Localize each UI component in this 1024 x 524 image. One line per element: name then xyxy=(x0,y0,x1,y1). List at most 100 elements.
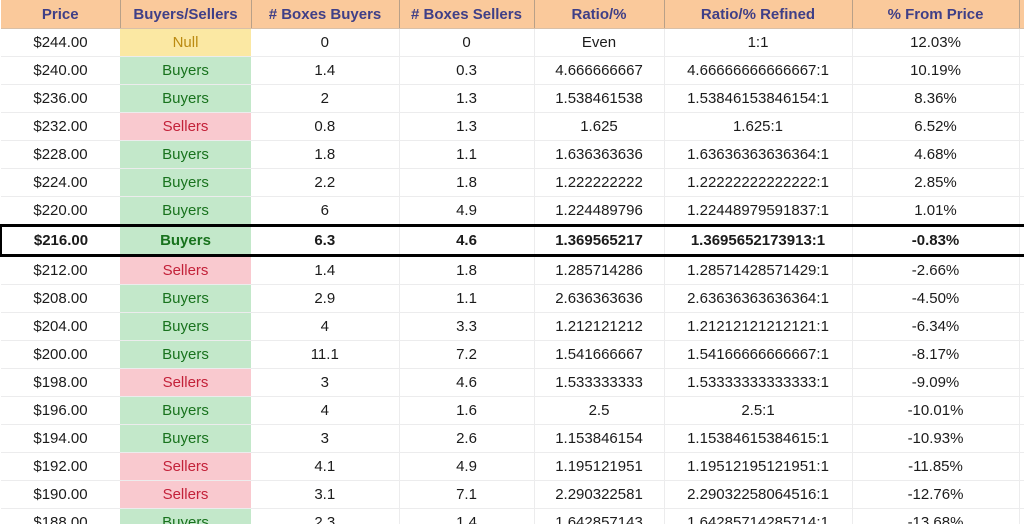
cell-boxs[interactable]: 4.6 xyxy=(399,224,535,257)
cell-overflow[interactable] xyxy=(1019,112,1024,141)
cell-boxs[interactable]: 4.9 xyxy=(399,196,535,226)
cell-buyers-sellers-buyers[interactable]: Buyers xyxy=(120,140,251,169)
cell-overflow[interactable] xyxy=(1019,284,1024,313)
cell-boxb[interactable]: 6.3 xyxy=(251,224,400,257)
cell-overflow[interactable] xyxy=(1019,396,1024,425)
cell-price[interactable]: $244.00 xyxy=(1,28,120,57)
cell-boxb[interactable]: 4 xyxy=(251,312,400,341)
cell-buyers-sellers-buyers[interactable]: Buyers xyxy=(120,56,251,85)
table-row[interactable]: $232.00 Sellers 0.8 1.3 1.625 1.625:1 6.52% xyxy=(1,112,1024,141)
cell-ratioref[interactable]: 1.21212121212121:1 xyxy=(664,312,853,341)
cell-ratioref[interactable]: 1.53846153846154:1 xyxy=(664,84,853,113)
cell-ratio[interactable]: 1.533333333 xyxy=(534,368,665,397)
cell-buyers-sellers-sellers[interactable]: Sellers xyxy=(120,452,251,481)
cell-overflow[interactable] xyxy=(1019,168,1024,197)
cell-overflow[interactable] xyxy=(1019,312,1024,341)
cell-price[interactable]: $232.00 xyxy=(1,112,120,141)
cell-ratio[interactable]: 1.541666667 xyxy=(534,340,665,369)
cell-pct[interactable]: -2.66% xyxy=(852,255,1020,285)
cell-boxb[interactable]: 6 xyxy=(251,196,400,226)
cell-boxb[interactable]: 1.4 xyxy=(251,56,400,85)
cell-price[interactable]: $220.00 xyxy=(1,196,120,226)
cell-ratioref[interactable]: 1.54166666666667:1 xyxy=(664,340,853,369)
cell-boxs[interactable]: 7.2 xyxy=(399,340,535,369)
cell-boxs[interactable]: 1.4 xyxy=(399,508,535,524)
column-header-pct[interactable]: % From Price xyxy=(852,0,1020,29)
cell-boxb[interactable]: 0 xyxy=(251,28,400,57)
cell-overflow[interactable] xyxy=(1019,56,1024,85)
cell-pct[interactable]: -4.50% xyxy=(852,284,1020,313)
cell-pct[interactable]: 6.52% xyxy=(852,112,1020,141)
cell-price[interactable]: $216.00 xyxy=(0,224,120,257)
table-row[interactable]: $198.00 Sellers 3 4.6 1.533333333 1.533333333… xyxy=(1,368,1024,397)
cell-ratioref[interactable]: 1.64285714285714:1 xyxy=(664,508,853,524)
cell-ratioref[interactable]: 2.29032258064516:1 xyxy=(664,480,853,509)
cell-boxb[interactable]: 2.9 xyxy=(251,284,400,313)
cell-buyers-sellers-buyers[interactable]: Buyers xyxy=(120,168,251,197)
cell-ratio[interactable]: 1.222222222 xyxy=(534,168,665,197)
cell-ratio[interactable]: 1.285714286 xyxy=(534,255,665,285)
column-header-price[interactable]: Price xyxy=(1,0,121,29)
cell-overflow[interactable] xyxy=(1019,255,1024,285)
cell-boxs[interactable]: 3.3 xyxy=(399,312,535,341)
cell-buyers-sellers-buyers[interactable]: Buyers xyxy=(120,508,251,524)
cell-ratioref[interactable]: 1.22222222222222:1 xyxy=(664,168,853,197)
cell-pct[interactable]: -0.83% xyxy=(852,224,1020,257)
cell-pct[interactable]: -9.09% xyxy=(852,368,1020,397)
cell-boxb[interactable]: 3 xyxy=(251,368,400,397)
cell-price[interactable]: $228.00 xyxy=(1,140,120,169)
cell-price[interactable]: $204.00 xyxy=(1,312,120,341)
cell-buyers-sellers-buyers[interactable]: Buyers xyxy=(120,312,251,341)
cell-overflow[interactable] xyxy=(1019,340,1024,369)
cell-ratioref[interactable]: 1.22448979591837:1 xyxy=(664,196,853,226)
cell-buyers-sellers-sellers[interactable]: Sellers xyxy=(120,255,251,285)
cell-boxb[interactable]: 1.8 xyxy=(251,140,400,169)
cell-ratioref[interactable]: 1.3695652173913:1 xyxy=(664,224,853,257)
cell-price[interactable]: $190.00 xyxy=(1,480,120,509)
cell-buyers-sellers-buyers[interactable]: Buyers xyxy=(120,424,251,453)
cell-overflow[interactable] xyxy=(1019,196,1024,226)
cell-pct[interactable]: 12.03% xyxy=(852,28,1020,57)
cell-buyers-sellers-buyers[interactable]: Buyers xyxy=(120,396,251,425)
table-row[interactable]: $240.00 Buyers 1.4 0.3 4.666666667 4.66666666… xyxy=(1,56,1024,85)
cell-ratio[interactable]: 1.538461538 xyxy=(534,84,665,113)
cell-pct[interactable]: 4.68% xyxy=(852,140,1020,169)
cell-boxs[interactable]: 1.6 xyxy=(399,396,535,425)
cell-overflow[interactable] xyxy=(1019,480,1024,509)
cell-price[interactable]: $194.00 xyxy=(1,424,120,453)
cell-buyers-sellers-buyers[interactable]: Buyers xyxy=(120,224,251,257)
table-row[interactable]: $220.00 Buyers 6 4.9 1.224489796 1.2244897959… xyxy=(1,196,1024,226)
cell-boxs[interactable]: 1.8 xyxy=(399,168,535,197)
cell-ratio[interactable]: 2.5 xyxy=(534,396,665,425)
cell-pct[interactable]: -6.34% xyxy=(852,312,1020,341)
cell-boxs[interactable]: 1.3 xyxy=(399,112,535,141)
table-row[interactable]: $228.00 Buyers 1.8 1.1 1.636363636 1.63636363… xyxy=(1,140,1024,169)
table-row[interactable]: $212.00 Sellers 1.4 1.8 1.285714286 1.2857142… xyxy=(1,255,1024,285)
cell-buyers-sellers-buyers[interactable]: Buyers xyxy=(120,340,251,369)
cell-boxs[interactable]: 0.3 xyxy=(399,56,535,85)
cell-boxb[interactable]: 2.3 xyxy=(251,508,400,524)
cell-ratio[interactable]: 1.224489796 xyxy=(534,196,665,226)
cell-ratioref[interactable]: 1.19512195121951:1 xyxy=(664,452,853,481)
cell-overflow[interactable] xyxy=(1019,84,1024,113)
cell-ratio[interactable]: Even xyxy=(534,28,665,57)
cell-boxb[interactable]: 3.1 xyxy=(251,480,400,509)
cell-boxb[interactable]: 1.4 xyxy=(251,255,400,285)
cell-price[interactable]: $200.00 xyxy=(1,340,120,369)
cell-pct[interactable]: -12.76% xyxy=(852,480,1020,509)
cell-pct[interactable]: -8.17% xyxy=(852,340,1020,369)
table-row[interactable]: $244.00 Null 0 0 Even 1:1 12.03% xyxy=(1,28,1024,57)
cell-ratioref[interactable]: 1.625:1 xyxy=(664,112,853,141)
cell-ratioref[interactable]: 1.15384615384615:1 xyxy=(664,424,853,453)
cell-price[interactable]: $240.00 xyxy=(1,56,120,85)
cell-boxb[interactable]: 4 xyxy=(251,396,400,425)
cell-buyers-sellers-buyers[interactable]: Buyers xyxy=(120,284,251,313)
cell-boxs[interactable]: 4.6 xyxy=(399,368,535,397)
cell-pct[interactable]: 1.01% xyxy=(852,196,1020,226)
cell-price[interactable]: $224.00 xyxy=(1,168,120,197)
cell-ratio[interactable]: 1.642857143 xyxy=(534,508,665,524)
cell-boxb[interactable]: 0.8 xyxy=(251,112,400,141)
cell-boxs[interactable]: 7.1 xyxy=(399,480,535,509)
cell-boxb[interactable]: 4.1 xyxy=(251,452,400,481)
cell-price[interactable]: $188.00 xyxy=(1,508,120,524)
